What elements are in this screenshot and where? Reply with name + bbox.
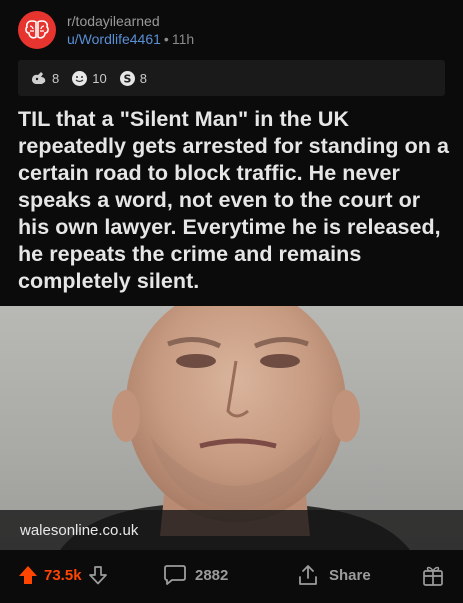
award-wholesome: 10	[71, 70, 107, 87]
subreddit-name[interactable]: r/todayilearned	[67, 12, 194, 30]
award-count: 8	[139, 70, 147, 86]
helpful-award-icon	[32, 72, 46, 84]
comment-count: 2882	[195, 566, 229, 584]
action-bar: 73.5k 2882 Share	[0, 553, 463, 597]
post-image[interactable]: walesonline.co.uk	[0, 306, 463, 550]
award-helpful: 8	[30, 70, 59, 86]
silver-award-icon: S	[119, 70, 135, 86]
svg-text:S: S	[123, 72, 131, 85]
post-age: 11h	[171, 31, 195, 47]
meta-separator: •	[163, 31, 169, 47]
brain-icon	[25, 20, 49, 39]
awards-bar[interactable]: 8 10 S 8	[18, 60, 445, 96]
vote-score: 73.5k	[44, 566, 82, 584]
vote-controls: 73.5k	[18, 565, 108, 585]
author-link[interactable]: u/Wordlife4461	[67, 31, 161, 47]
header-text: r/todayilearned u/Wordlife4461 • 11h	[67, 12, 194, 48]
reddit-post: r/todayilearned u/Wordlife4461 • 11h 8 10	[0, 0, 463, 603]
award-button[interactable]	[421, 563, 445, 587]
comments-button[interactable]: 2882	[163, 564, 228, 586]
subreddit-avatar[interactable]	[18, 11, 56, 49]
award-silver: S 8	[119, 70, 147, 87]
gift-icon	[423, 566, 443, 586]
link-domain-bar[interactable]: walesonline.co.uk	[0, 510, 463, 550]
share-label: Share	[329, 566, 371, 584]
post-header: r/todayilearned u/Wordlife4461 • 11h	[18, 8, 194, 52]
share-icon	[299, 565, 317, 585]
post-meta: u/Wordlife4461 • 11h	[67, 30, 194, 48]
post-title[interactable]: TIL that a "Silent Man" in the UK repeat…	[18, 106, 450, 295]
downvote-icon[interactable]	[88, 565, 108, 585]
share-button[interactable]: Share	[297, 564, 371, 586]
wholesome-award-icon	[72, 70, 88, 86]
comment-icon	[164, 565, 186, 585]
link-domain: walesonline.co.uk	[20, 521, 139, 539]
upvote-icon[interactable]	[18, 565, 38, 585]
award-count: 8	[52, 70, 60, 86]
award-count: 10	[92, 70, 107, 86]
